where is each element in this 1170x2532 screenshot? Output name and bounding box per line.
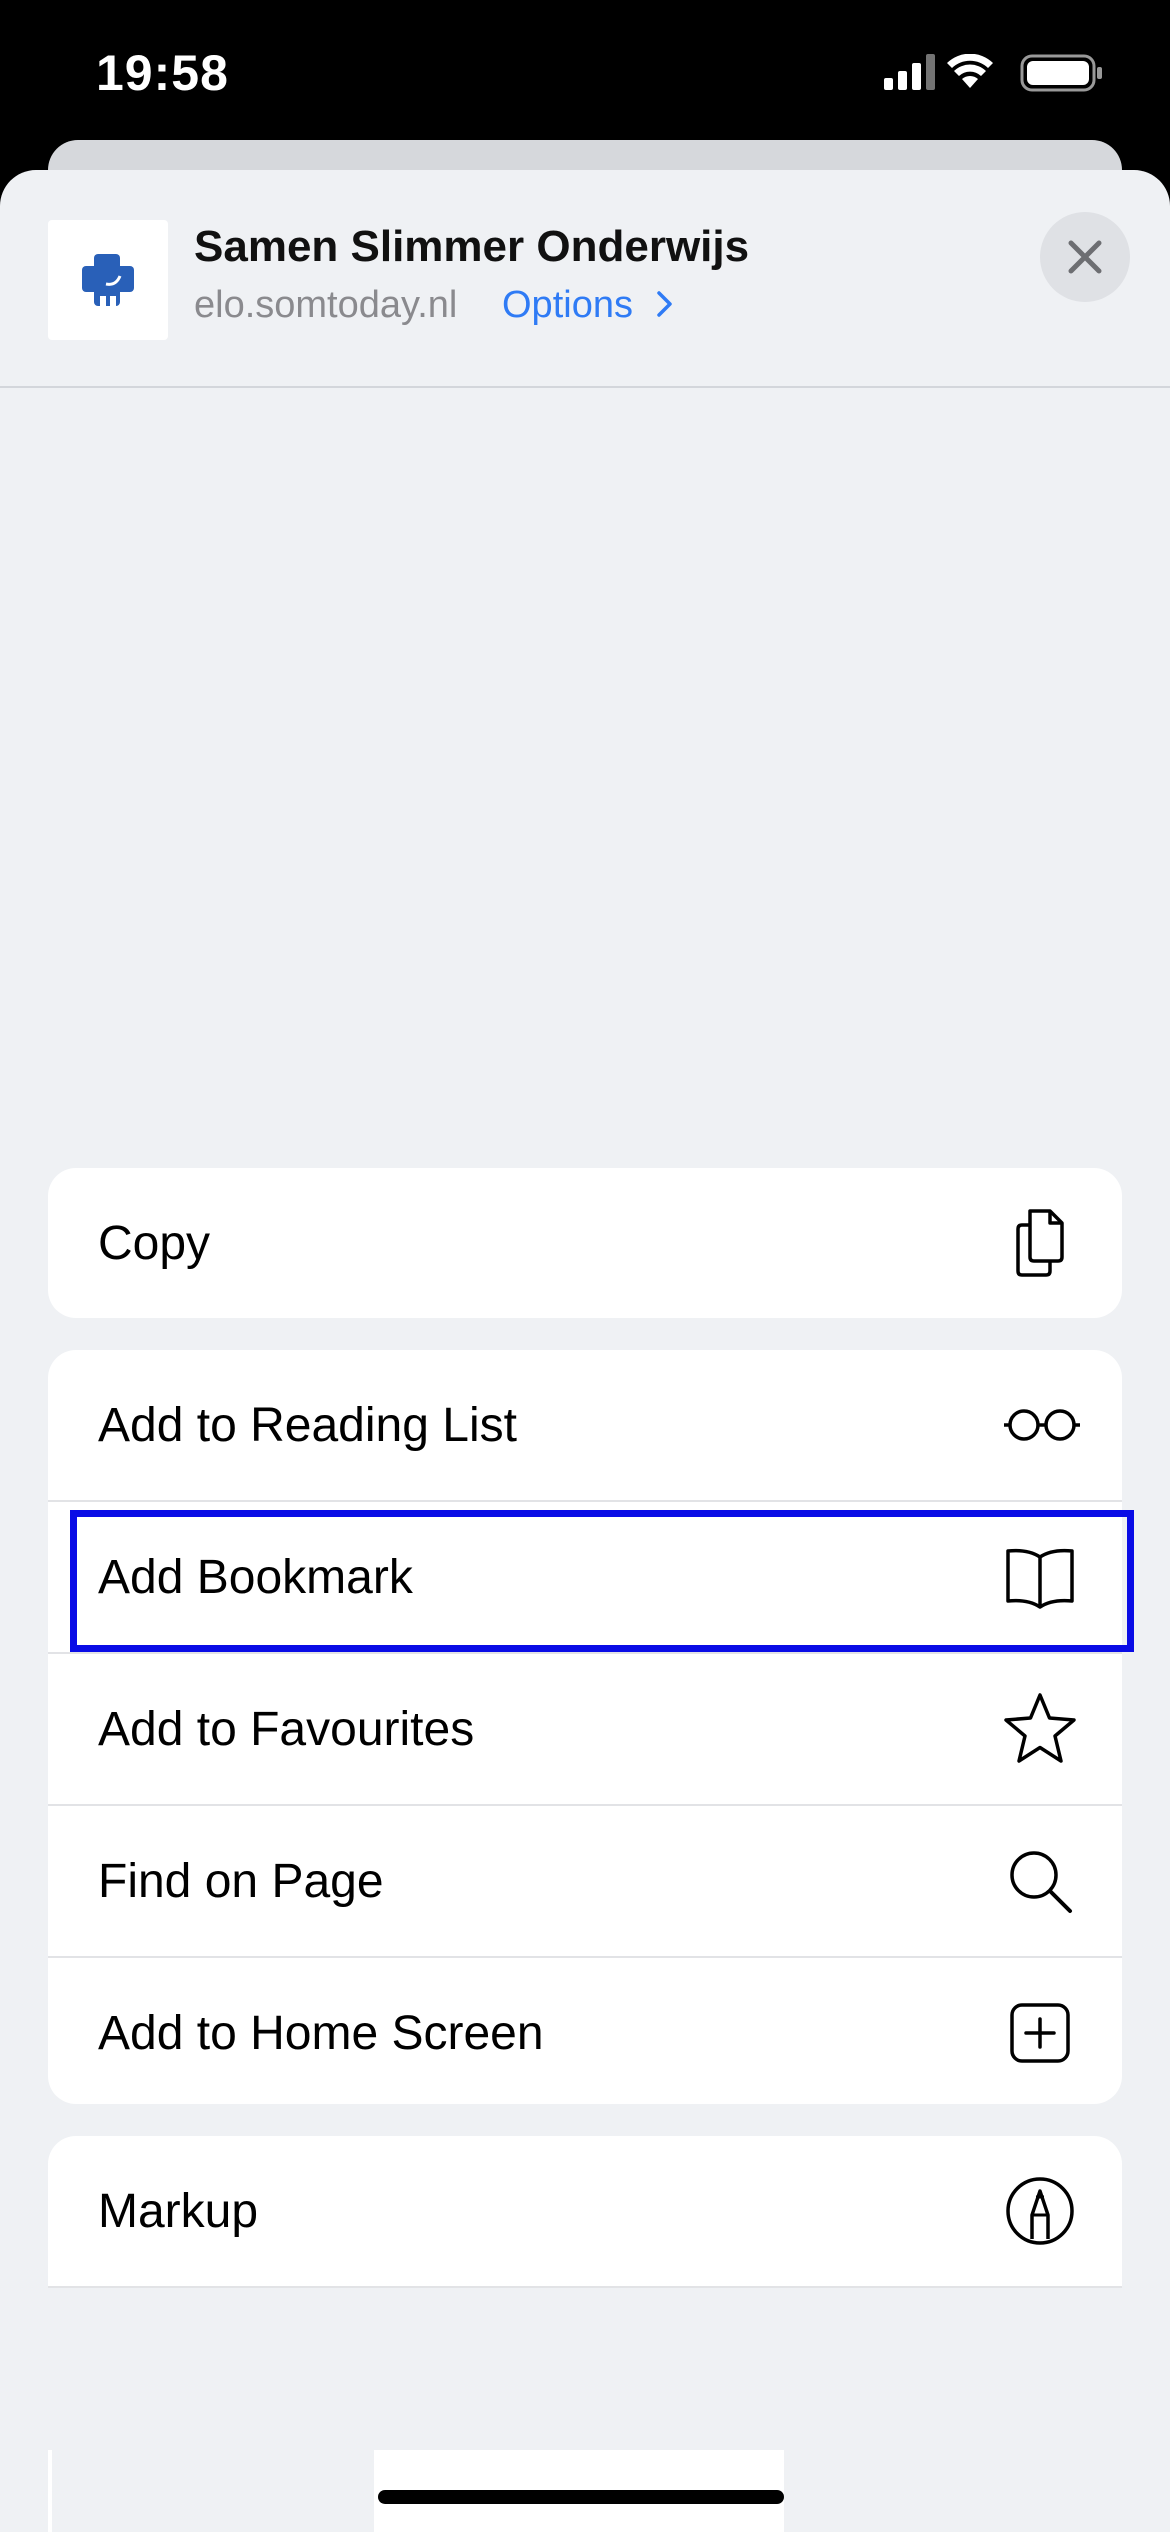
action-label: Find on Page: [98, 1855, 384, 1908]
search-icon: [1010, 1851, 1072, 1913]
action-label: Add to Home Screen: [98, 2007, 544, 2060]
status-bar: 19:58: [0, 0, 1170, 150]
actions-group: Add to Reading List Add Bookmark Add to …: [48, 1350, 1122, 2104]
share-sheet: Samen Slimmer Onderwijs elo.somtoday.nl …: [0, 170, 1170, 2532]
action-markup[interactable]: Markup: [48, 2136, 1122, 2286]
action-find-on-page[interactable]: Find on Page: [48, 1806, 1122, 1958]
action-label: Add to Reading List: [98, 1399, 517, 1452]
options-link[interactable]: Options: [502, 284, 676, 327]
bottom-edge: [48, 2450, 52, 2532]
action-add-to-favourites[interactable]: Add to Favourites: [48, 1654, 1122, 1806]
chevron-right-icon: [656, 291, 672, 317]
action-label: Add to Favourites: [98, 1703, 475, 1756]
site-icon: [48, 220, 168, 340]
home-indicator[interactable]: [378, 2490, 784, 2504]
action-label: Copy: [98, 1217, 211, 1270]
action-add-to-reading-list[interactable]: Add to Reading List: [48, 1350, 1122, 1502]
highlight-box: [70, 1510, 1134, 1652]
site-url: elo.somtoday.nl: [194, 284, 458, 326]
options-label: Options: [502, 284, 633, 326]
close-button[interactable]: [1040, 212, 1130, 302]
action-copy[interactable]: Copy: [48, 1168, 1122, 1318]
somtoday-logo-icon: [82, 254, 134, 308]
markup-group: Markup: [48, 2136, 1122, 2288]
glasses-icon: [1004, 1409, 1080, 1441]
signal-icon: [884, 54, 935, 90]
wifi-icon: [947, 54, 993, 88]
markup-pen-icon: [1006, 2177, 1074, 2245]
site-title: Samen Slimmer Onderwijs: [194, 222, 750, 271]
copy-group: Copy: [48, 1168, 1122, 1318]
action-add-to-home-screen[interactable]: Add to Home Screen: [48, 1958, 1122, 2104]
close-icon: [1068, 240, 1102, 274]
star-icon: [1004, 1693, 1076, 1763]
action-label: Markup: [98, 2185, 259, 2238]
plus-square-icon: [1010, 2003, 1070, 2063]
battery-icon: [1020, 54, 1102, 92]
share-sheet-header: Samen Slimmer Onderwijs elo.somtoday.nl …: [0, 170, 1170, 388]
copy-icon: [1016, 1209, 1064, 1277]
status-time: 19:58: [96, 45, 229, 101]
